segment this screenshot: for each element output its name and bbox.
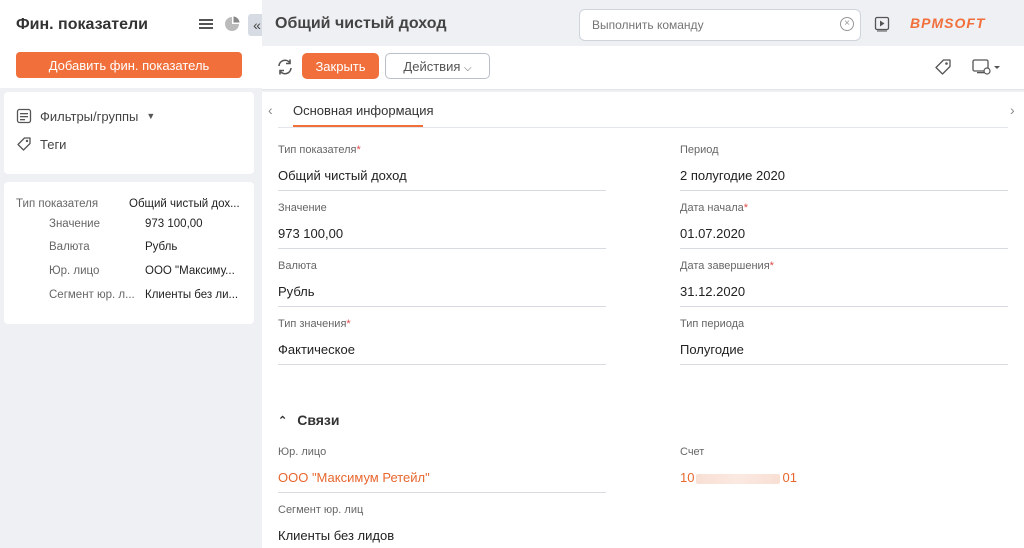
legal-entity-link[interactable]: ООО "Максимум Ретейл": [278, 470, 606, 493]
filters-label: Фильтры/группы: [40, 108, 139, 124]
chevron-up-icon: ⌃: [278, 414, 288, 427]
required-mark: *: [356, 144, 361, 156]
section-links-header[interactable]: ⌃ Связи: [278, 412, 340, 428]
section-title: Связи: [297, 412, 340, 428]
section-header: Фин. показатели Добавить фин. показатель: [0, 0, 262, 88]
field-value[interactable]: Общий чистый доход: [278, 168, 606, 191]
chevron-down-icon: ▼: [146, 111, 156, 121]
field-label: Дата начала: [680, 202, 744, 214]
section-title: Фин. показатели: [16, 16, 148, 33]
tag-icon[interactable]: [934, 58, 952, 81]
filter-list-icon: [16, 108, 32, 124]
summary-label: Значение: [49, 218, 100, 230]
tags-label: Теги: [40, 136, 67, 152]
record-page: ‹ › Основная информация Тип показателя* …: [262, 92, 1024, 548]
clear-icon[interactable]: ×: [840, 17, 854, 31]
tag-icon: [16, 136, 32, 152]
summary-label: Сегмент юр. л...: [49, 289, 135, 301]
summary-value: Клиенты без ли...: [145, 289, 239, 301]
field-label: Тип показателя: [278, 144, 357, 156]
tab-main-info[interactable]: Основная информация: [293, 103, 434, 118]
top-bar: Общий чистый доход × BPMSOFT: [262, 0, 1024, 46]
field-label: Дата завершения: [680, 260, 770, 272]
list-view-icon[interactable]: [198, 16, 214, 32]
refresh-icon[interactable]: [276, 58, 294, 81]
summary-label: Юр. лицо: [49, 265, 100, 277]
field-label: Счет: [680, 446, 705, 458]
summary-label: Валюта: [49, 241, 90, 253]
filters-block: Фильтры/группы ▼ Теги: [4, 92, 254, 174]
filters-groups[interactable]: Фильтры/группы ▼: [16, 108, 155, 124]
summary-value: Общий чистый дох...: [129, 198, 240, 210]
field-segment[interactable]: Сегмент юр. лиц Клиенты без лидов: [278, 504, 606, 548]
field-value[interactable]: 01.07.2020: [680, 226, 1008, 249]
bpmsoft-logo: BPMSOFT: [910, 15, 986, 31]
actions-label: Действия: [403, 58, 461, 74]
actions-dropdown[interactable]: Действия ⌵: [385, 53, 490, 79]
field-indicator-type[interactable]: Тип показателя* Общий чистый доход: [278, 144, 606, 191]
tags-link[interactable]: Теги: [16, 136, 66, 152]
command-input[interactable]: [579, 9, 861, 41]
page-title: Общий чистый доход: [275, 15, 447, 32]
analytics-pie-icon[interactable]: [224, 16, 240, 32]
close-button[interactable]: Закрыть: [302, 53, 379, 79]
summary-value: 973 100,00: [145, 218, 203, 230]
summary-value: ООО "Максиму...: [145, 265, 235, 277]
field-value-amount[interactable]: Значение 973 100,00: [278, 202, 606, 249]
summary-value: Рубль: [145, 241, 178, 253]
field-value[interactable]: Клиенты без лидов: [278, 528, 606, 548]
field-period[interactable]: Период 2 полугодие 2020: [680, 144, 1008, 191]
tab-divider: [278, 127, 1008, 128]
field-value[interactable]: 31.12.2020: [680, 284, 1008, 307]
record-summary: Тип показателя Общий чистый дох... Значе…: [4, 182, 254, 324]
required-mark: *: [769, 260, 774, 272]
chevron-down-icon: ⌵: [464, 62, 472, 74]
field-label: Тип значения: [278, 318, 347, 330]
required-mark: *: [743, 202, 749, 214]
account-suffix: 01: [782, 470, 797, 485]
field-value-type[interactable]: Тип значения* Фактическое: [278, 318, 606, 365]
field-legal-entity[interactable]: Юр. лицо ООО "Максимум Ретейл": [278, 446, 606, 493]
field-value[interactable]: 973 100,00: [278, 226, 606, 249]
field-label: Тип периода: [680, 318, 745, 330]
field-label: Значение: [278, 202, 327, 214]
chevron-right-icon[interactable]: ›: [1010, 102, 1015, 118]
required-mark: *: [346, 318, 351, 330]
field-period-type[interactable]: Тип периода Полугодие: [680, 318, 1008, 365]
field-value[interactable]: 2 полугодие 2020: [680, 168, 1008, 191]
add-indicator-button[interactable]: Добавить фин. показатель: [16, 52, 242, 78]
field-currency[interactable]: Валюта Рубль: [278, 260, 606, 307]
field-value[interactable]: Рубль: [278, 284, 606, 307]
account-prefix: 10: [680, 470, 695, 485]
redacted-block: [696, 473, 781, 484]
field-start-date[interactable]: Дата начала* 01.07.2020: [680, 202, 1008, 249]
view-settings-icon[interactable]: [972, 58, 1002, 81]
field-end-date[interactable]: Дата завершения* 31.12.2020: [680, 260, 1008, 307]
account-link[interactable]: 10 01: [680, 470, 1008, 492]
field-account[interactable]: Счет 10 01: [680, 446, 1008, 492]
left-panel: Фин. показатели Добавить фин. показатель…: [0, 0, 266, 548]
field-label: Валюта: [278, 260, 317, 272]
field-value[interactable]: Фактическое: [278, 342, 606, 365]
field-label: Период: [680, 144, 719, 156]
field-label: Сегмент юр. лиц: [278, 504, 364, 516]
field-label: Юр. лицо: [278, 446, 327, 458]
play-video-icon[interactable]: [874, 16, 890, 37]
field-value[interactable]: Полугодие: [680, 342, 1008, 365]
chevron-left-icon[interactable]: ‹: [268, 102, 273, 118]
action-bar: Закрыть Действия ⌵: [262, 46, 1024, 90]
summary-label: Тип показателя: [16, 198, 99, 210]
